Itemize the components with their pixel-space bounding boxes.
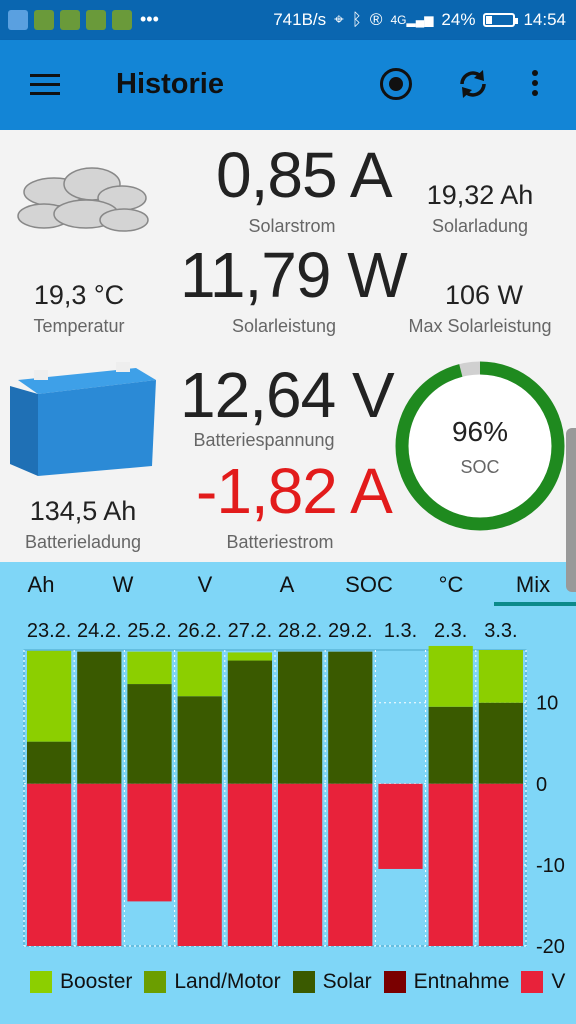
page-title: Historie <box>116 68 224 100</box>
tab-soc[interactable]: SOC <box>334 572 404 598</box>
legend-land-motor: Land/Motor <box>144 970 281 994</box>
bar-solar <box>478 702 523 784</box>
bar-solar <box>77 651 122 784</box>
tab-mix[interactable]: Mix <box>498 572 568 598</box>
bar-negative <box>378 783 423 869</box>
batteriestrom-value: -1,82 A <box>196 455 393 527</box>
location-icon: ⌖ <box>334 10 344 29</box>
bar-solar <box>428 706 473 784</box>
signal-icon: 4G▂▄▆ <box>390 13 434 27</box>
legend-entnahme: Entnahme <box>383 970 509 994</box>
date-label: 3.3. <box>484 620 518 642</box>
bar-solar <box>177 696 222 784</box>
network-speed: 741B/s <box>273 10 327 29</box>
bar-negative <box>478 783 523 946</box>
y-tick-label: 10 <box>536 693 558 715</box>
legend-v: V <box>521 970 565 994</box>
bar-negative <box>328 783 373 946</box>
status-bar: ••• 741B/s ⌖ ᛒ ® 4G▂▄▆ 24% 14:54 <box>0 0 576 40</box>
app-bar: Historie <box>0 40 576 130</box>
roaming-icon: ® <box>369 10 383 29</box>
bar-booster <box>177 651 222 697</box>
max-solarleistung-label: Max Solarleistung <box>408 316 552 336</box>
batterieladung-value: 134,5 Ah <box>29 496 137 526</box>
legend-booster: Booster <box>30 970 132 994</box>
bluetooth-icon: ᛒ <box>351 10 362 29</box>
date-label: 28.2. <box>277 620 323 642</box>
y-tick-label: -10 <box>536 855 565 877</box>
tab-w[interactable]: W <box>88 572 158 598</box>
bar-solar <box>278 651 323 784</box>
tab-ah[interactable]: Ah <box>6 572 76 598</box>
temperatur-label: Temperatur <box>33 316 125 336</box>
date-label: 2.3. <box>434 620 468 642</box>
solarleistung-label: Solarleistung <box>231 316 337 336</box>
batteriespannung-label: Batteriespannung <box>193 430 335 450</box>
bar-solar <box>328 651 373 784</box>
chart-legend: Booster Land/Motor Solar Entnahme V <box>30 970 576 994</box>
bar-negative <box>278 783 323 946</box>
bar-booster <box>428 645 473 707</box>
app-notification-icon <box>34 9 54 30</box>
shield-app-icon <box>8 9 28 30</box>
sync-icon[interactable] <box>456 66 490 102</box>
app-notification-icon <box>86 9 106 30</box>
solarstrom-label: Solarstrom <box>248 216 336 236</box>
y-tick-label: -20 <box>536 936 565 958</box>
solarladung-value: 19,32 Ah <box>426 180 534 210</box>
y-tick-label: 0 <box>536 774 547 796</box>
bar-booster <box>227 652 272 661</box>
bar-negative <box>428 783 473 946</box>
battery-image <box>10 362 156 476</box>
soc-value: 96% <box>451 416 509 447</box>
bar-booster <box>127 651 172 685</box>
battery-percent: 24% <box>441 10 476 29</box>
bar-negative <box>77 783 122 946</box>
tab-a[interactable]: A <box>252 572 322 598</box>
overflow-menu-icon[interactable] <box>532 70 540 100</box>
clock: 14:54 <box>523 10 566 29</box>
side-drawer-handle[interactable] <box>566 428 576 592</box>
solarstrom-value: 0,85 A <box>216 139 392 211</box>
date-label: 27.2. <box>227 620 273 642</box>
active-tab-indicator <box>494 602 576 606</box>
solarladung-label: Solarladung <box>431 216 529 236</box>
batteriestrom-label: Batteriestrom <box>226 532 334 552</box>
battery-icon <box>483 13 519 27</box>
bar-solar <box>27 741 72 784</box>
bar-booster <box>478 650 523 703</box>
date-label: 1.3. <box>383 620 418 642</box>
legend-solar: Solar <box>292 970 372 994</box>
date-label: 26.2. <box>177 620 222 642</box>
bar-negative <box>127 783 172 902</box>
soc-label: SOC <box>460 457 500 477</box>
bar-negative <box>227 783 272 946</box>
solarleistung-value: 11,79 W <box>180 239 408 311</box>
history-chart-area: Ah W V A SOC °C Mix 23.2. 24.2. 25.2. 26.2.… <box>0 562 576 1024</box>
cloud-weather-icon <box>17 167 149 232</box>
date-label: 24.2. <box>77 620 122 642</box>
tab-celsius[interactable]: °C <box>416 572 486 598</box>
tab-v[interactable]: V <box>170 572 240 598</box>
bar-negative <box>177 783 222 946</box>
batteriespannung-value: 12,64 V <box>180 359 395 431</box>
date-label: 29.2. <box>328 620 373 642</box>
temperatur-value: 19,3 °C <box>33 280 125 310</box>
bar-negative <box>27 783 72 946</box>
mix-bar-chart: 10 0 -10 -20 <box>23 645 565 958</box>
bar-booster <box>27 650 72 742</box>
bar-solar <box>127 684 172 784</box>
bar-solar <box>227 660 272 784</box>
record-icon[interactable] <box>380 68 412 100</box>
app-notification-icon <box>60 9 80 30</box>
app-notification-icon <box>112 9 132 30</box>
menu-icon[interactable] <box>30 74 60 96</box>
date-label: 25.2. <box>127 620 172 642</box>
max-solarleistung-value: 106 W <box>444 280 524 310</box>
batterieladung-label: Batterieladung <box>24 532 142 552</box>
more-notifications-icon: ••• <box>140 9 159 29</box>
date-label: 23.2. <box>26 620 72 642</box>
